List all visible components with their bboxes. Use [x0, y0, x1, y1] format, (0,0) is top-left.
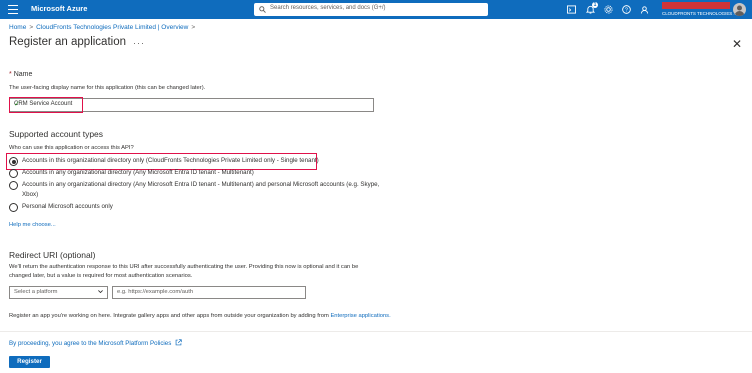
- option-multitenant[interactable]: Accounts in any organizational directory…: [22, 169, 254, 176]
- redirect-uri-placeholder: e.g. https://example.com/auth: [117, 289, 194, 295]
- settings-gear-icon[interactable]: [604, 5, 614, 15]
- radio-multitenant[interactable]: [9, 169, 18, 178]
- page-title: Register an application: [9, 36, 126, 48]
- svg-text:?: ?: [625, 8, 628, 14]
- close-icon[interactable]: ✕: [732, 37, 742, 51]
- help-me-choose-link[interactable]: Help me choose...: [9, 222, 56, 228]
- search-box[interactable]: Search resources, services, and docs (G+…: [254, 3, 488, 16]
- breadcrumb-home[interactable]: Home: [9, 24, 26, 31]
- option-multitenant-personal[interactable]: Accounts in any organizational directory…: [22, 181, 379, 188]
- notification-badge: 1: [592, 2, 598, 8]
- search-icon: [259, 6, 266, 13]
- redirect-desc-line1: We'll return the authentication response…: [9, 264, 359, 270]
- account-types-question: Who can use this application or access t…: [9, 145, 134, 151]
- register-note: Register an app you're working on here. …: [9, 313, 391, 319]
- name-label-text: Name: [13, 71, 33, 78]
- redirect-desc-line2: changed later, but a value is required f…: [9, 273, 193, 279]
- radio-multitenant-personal[interactable]: [9, 181, 18, 190]
- highlight-name-value: [9, 97, 83, 113]
- breadcrumb-tenant-overview[interactable]: CloudFronts Technologies Private Limited…: [36, 24, 188, 31]
- avatar[interactable]: [733, 3, 746, 16]
- name-help-text: The user-facing display name for this ap…: [9, 85, 206, 91]
- enterprise-applications-link[interactable]: Enterprise applications.: [330, 313, 390, 319]
- breadcrumb: Home > CloudFronts Technologies Private Li…: [9, 24, 196, 31]
- platform-select-value: Select a platform: [14, 289, 58, 295]
- redacted-username: [662, 2, 730, 9]
- tenant-name: CLOUDFRONTS TECHNOLOGIES ...: [662, 11, 737, 16]
- platform-policies-link[interactable]: By proceeding, you agree to the Microsof…: [9, 339, 182, 347]
- register-note-text: Register an app you're working on here. …: [9, 313, 329, 319]
- option-multitenant-personal-cont[interactable]: Xbox): [22, 191, 38, 198]
- external-link-icon: [175, 339, 182, 346]
- highlight-single-tenant: [6, 153, 317, 170]
- divider: [0, 331, 752, 332]
- account-types-heading: Supported account types: [9, 129, 104, 139]
- brand-title[interactable]: Microsoft Azure: [31, 4, 87, 13]
- chevron-down-icon: [98, 290, 103, 294]
- more-options-button[interactable]: ···: [133, 38, 145, 48]
- feedback-icon[interactable]: [640, 5, 650, 15]
- menu-icon[interactable]: [8, 5, 18, 14]
- cloud-shell-icon[interactable]: [567, 5, 577, 15]
- option-personal-only[interactable]: Personal Microsoft accounts only: [22, 203, 113, 210]
- platform-policies-text[interactable]: By proceeding, you agree to the Microsof…: [9, 340, 171, 347]
- account-menu[interactable]: CLOUDFRONTS TECHNOLOGIES ...: [662, 2, 737, 18]
- platform-select[interactable]: Select a platform: [9, 286, 108, 299]
- redirect-uri-input[interactable]: e.g. https://example.com/auth: [112, 286, 306, 299]
- help-icon[interactable]: ?: [622, 5, 632, 15]
- redirect-heading: Redirect URI (optional): [9, 250, 96, 260]
- search-input[interactable]: Search resources, services, and docs (G+…: [270, 5, 386, 11]
- top-bar: Microsoft Azure Search resources, servic…: [0, 0, 752, 19]
- register-button[interactable]: Register: [9, 356, 50, 368]
- radio-personal-only[interactable]: [9, 203, 18, 212]
- required-mark: *: [9, 71, 12, 78]
- name-label: * Name: [9, 71, 32, 78]
